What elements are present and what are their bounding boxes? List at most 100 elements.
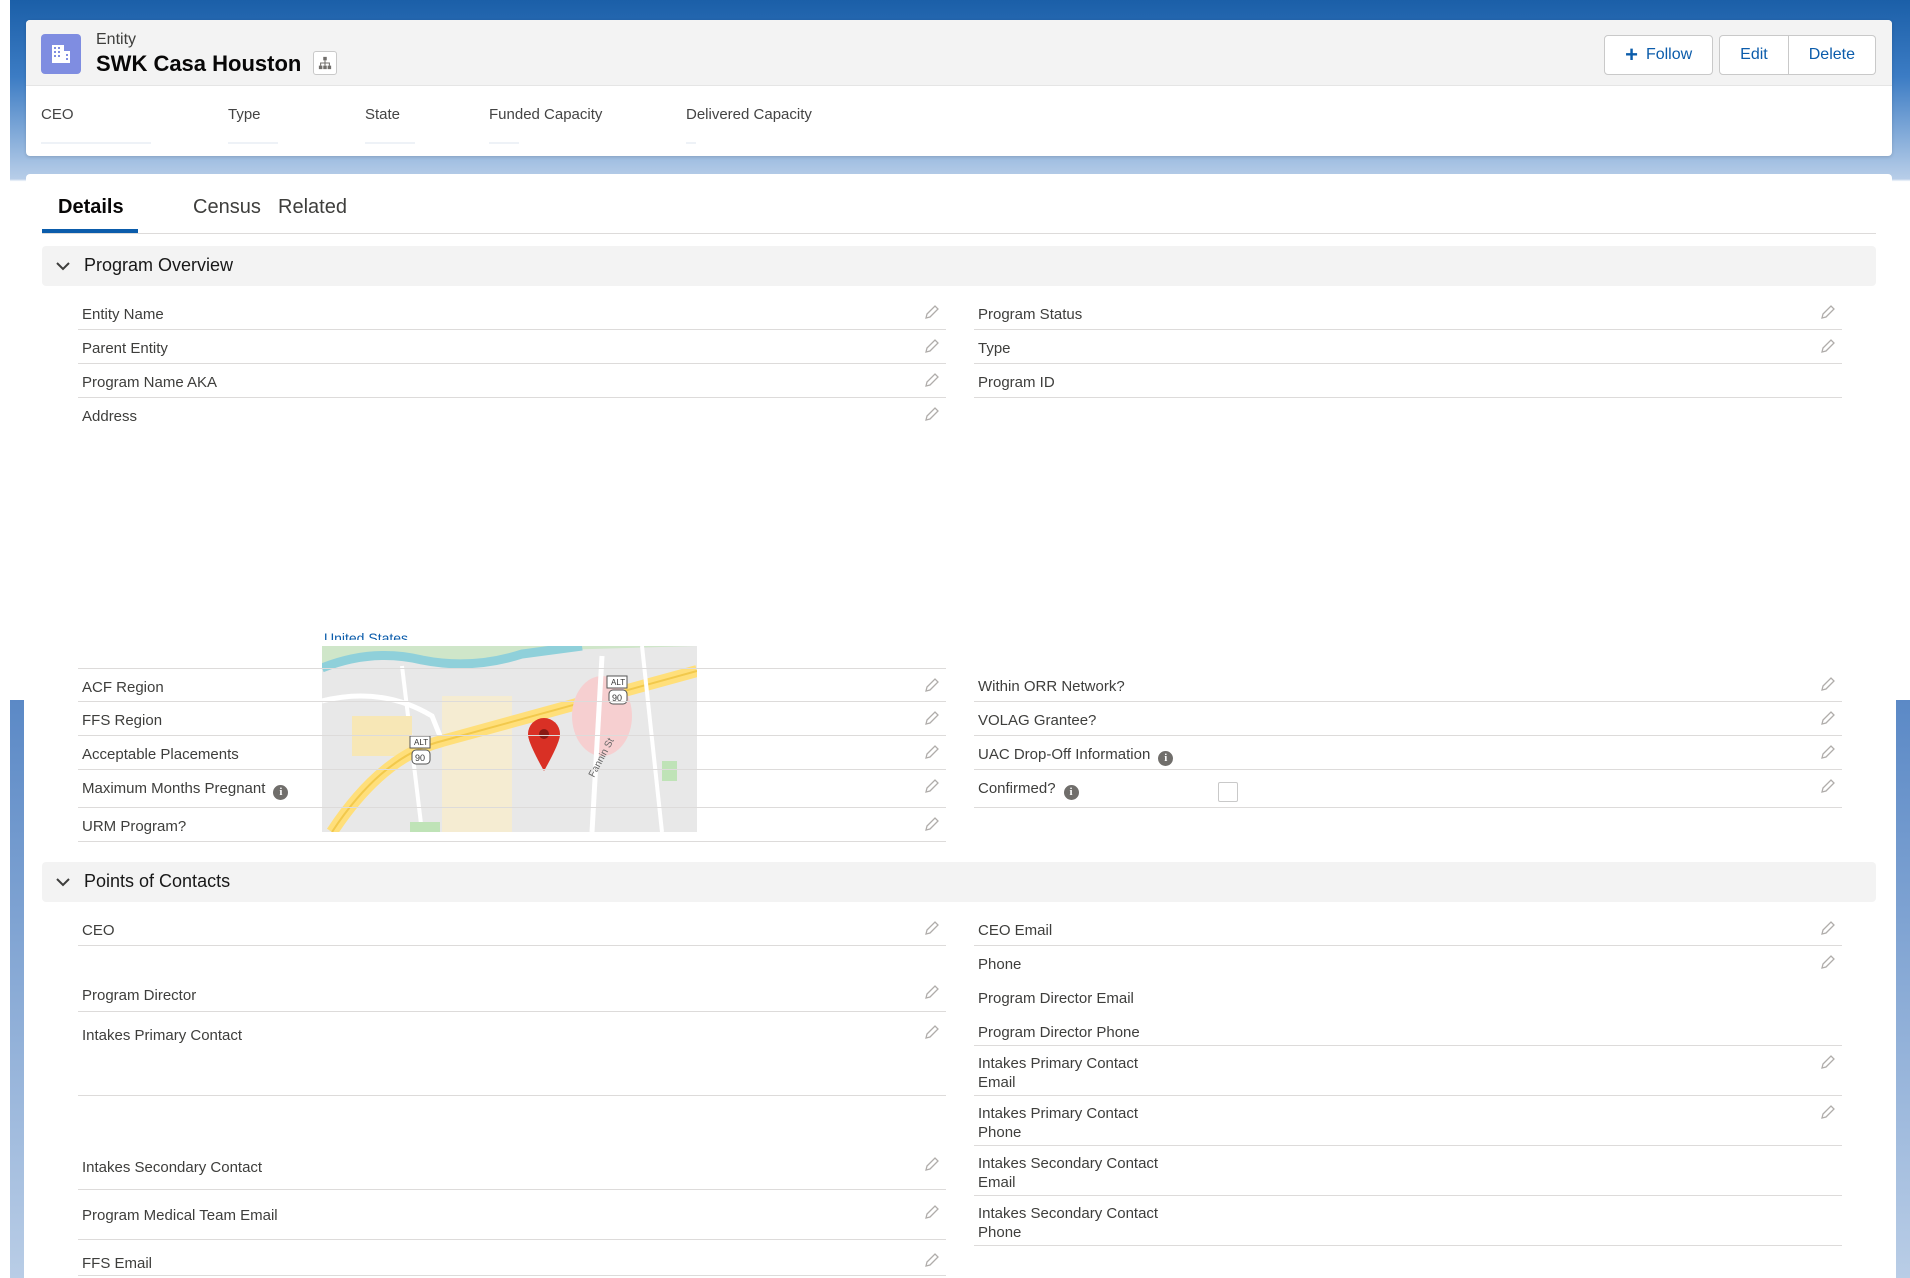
- field-label: Maximum Months Pregnant i: [82, 779, 289, 800]
- field-ceo-email: CEO Email: [974, 912, 1842, 946]
- edit-button[interactable]: Edit: [1719, 35, 1789, 75]
- edit-pencil-icon[interactable]: [924, 1252, 940, 1268]
- field-label: Program Director: [82, 987, 197, 1004]
- field-label: Program Director Phone: [978, 1024, 1140, 1041]
- info-icon[interactable]: i: [1063, 785, 1079, 800]
- tab-related[interactable]: Related: [278, 196, 347, 219]
- section-program-overview[interactable]: Program Overview: [42, 246, 1876, 286]
- edit-pencil-icon[interactable]: [1820, 744, 1836, 760]
- edit-pencil-icon[interactable]: [924, 338, 940, 354]
- field-acceptable-placements: Acceptable Placements: [78, 736, 946, 770]
- highlight-state: State: [365, 106, 401, 123]
- field-label: Within ORR Network?: [978, 678, 1125, 695]
- highlight-value-funded: [489, 142, 519, 144]
- confirmed-checkbox[interactable]: [1218, 782, 1238, 802]
- edit-pencil-icon[interactable]: [1820, 778, 1836, 794]
- field-label: FFS Email: [82, 1255, 153, 1272]
- edit-pencil-icon[interactable]: [924, 406, 940, 422]
- record-detail-card: Details Census Related Program Overview …: [26, 174, 1892, 1278]
- edit-pencil-icon[interactable]: [924, 372, 940, 388]
- map-address-link[interactable]: United States: [324, 630, 408, 640]
- edit-pencil-icon[interactable]: [1820, 1104, 1836, 1120]
- edit-pencil-icon[interactable]: [1820, 920, 1836, 936]
- follow-button[interactable]: + Follow: [1604, 35, 1714, 75]
- tab-census[interactable]: Census: [193, 196, 261, 219]
- field-parent-entity: Parent Entity: [78, 330, 946, 364]
- edit-pencil-icon[interactable]: [924, 1024, 940, 1040]
- tab-bar: Details Census Related: [42, 174, 1876, 234]
- info-icon[interactable]: i: [1158, 751, 1174, 766]
- field-intakes-primary-contact-phone: Intakes Primary Contact Phone: [974, 1096, 1842, 1146]
- highlight-value-ceo: [41, 142, 151, 144]
- highlight-delivered-capacity: Delivered Capacity: [686, 106, 812, 123]
- edit-pencil-icon[interactable]: [924, 1156, 940, 1172]
- tab-details[interactable]: Details: [58, 196, 124, 219]
- field-label: ACF Region: [82, 679, 164, 696]
- field-label-text: Maximum Months Pregnant: [82, 780, 266, 797]
- section-title: Program Overview: [84, 255, 234, 275]
- field-label: Acceptable Placements: [82, 746, 239, 763]
- highlight-value-type: [228, 142, 278, 144]
- field-ceo: CEO: [78, 912, 946, 946]
- field-label: Entity Name: [82, 306, 164, 323]
- field-label: Phone: [978, 956, 1022, 973]
- field-label: Intakes Primary Contact Email: [978, 1055, 1139, 1091]
- edit-pencil-icon[interactable]: [924, 984, 940, 1000]
- chevron-down-icon: [56, 878, 70, 887]
- edit-pencil-icon[interactable]: [924, 710, 940, 726]
- field-label: Intakes Secondary Contact: [82, 1159, 263, 1176]
- field-program-director-email: Program Director Email: [974, 980, 1842, 1014]
- edit-pencil-icon[interactable]: [1820, 304, 1836, 320]
- edit-pencil-icon[interactable]: [924, 920, 940, 936]
- edit-pencil-icon[interactable]: [924, 1204, 940, 1220]
- field-label: Parent Entity: [82, 340, 168, 357]
- record-title: SWK Casa Houston: [96, 51, 302, 76]
- field-label: Type: [978, 340, 1011, 357]
- field-label: Program Status: [978, 306, 1083, 323]
- edit-pencil-icon[interactable]: [1820, 954, 1836, 970]
- edit-pencil-icon[interactable]: [1820, 710, 1836, 726]
- info-icon[interactable]: i: [273, 785, 289, 800]
- field-phone: Phone: [974, 946, 1842, 980]
- edit-pencil-icon[interactable]: [1820, 338, 1836, 354]
- field-label: Intakes Secondary Contact Email: [978, 1155, 1159, 1191]
- highlight-type: Type: [228, 106, 261, 123]
- highlight-ceo: CEO: [41, 106, 74, 123]
- section-points-of-contacts[interactable]: Points of Contacts: [42, 862, 1876, 902]
- edit-pencil-icon[interactable]: [924, 778, 940, 794]
- field-label: FFS Region: [82, 712, 163, 729]
- edit-pencil-icon[interactable]: [924, 304, 940, 320]
- field-entity-name: Entity Name: [78, 296, 946, 330]
- field-label: Address: [82, 408, 138, 425]
- field-program-director: Program Director: [78, 946, 946, 1012]
- page-background-right: [1896, 700, 1910, 1278]
- highlight-funded-capacity: Funded Capacity: [489, 106, 603, 123]
- field-label: Intakes Secondary Contact Phone: [978, 1205, 1159, 1241]
- hierarchy-icon: [318, 56, 332, 70]
- field-program-medical-team-email: Program Medical Team Email: [78, 1190, 946, 1240]
- active-tab-indicator: [42, 229, 138, 233]
- field-label-text: Confirmed?: [978, 780, 1056, 797]
- field-program-id: Program ID: [974, 364, 1842, 398]
- hierarchy-button[interactable]: [313, 51, 337, 75]
- edit-pencil-icon[interactable]: [924, 744, 940, 760]
- field-program-status: Program Status: [974, 296, 1842, 330]
- page-background-left: [10, 700, 24, 1278]
- highlights-panel: CEO Type State Funded Capacity Delivered…: [26, 86, 1892, 156]
- delete-button[interactable]: Delete: [1788, 35, 1876, 75]
- field-address: Address: [78, 398, 946, 432]
- field-label-text: UAC Drop-Off Information: [978, 746, 1151, 763]
- field-intakes-secondary-contact-phone: Intakes Secondary Contact Phone: [974, 1196, 1842, 1246]
- field-label: Program Director Email: [978, 990, 1134, 1007]
- field-uac-drop-off-information: UAC Drop-Off Information i: [974, 736, 1842, 770]
- record-header: Entity SWK Casa Houston + Follow Edit De…: [26, 20, 1892, 156]
- edit-pencil-icon[interactable]: [1820, 676, 1836, 692]
- edit-pencil-icon[interactable]: [924, 677, 940, 693]
- field-intakes-primary-contact: Intakes Primary Contact: [78, 1012, 946, 1096]
- field-intakes-primary-contact-email: Intakes Primary Contact Email: [974, 1046, 1842, 1096]
- edit-pencil-icon[interactable]: [1820, 1054, 1836, 1070]
- edit-pencil-icon[interactable]: [924, 816, 940, 832]
- field-acf-region: ACF Region: [78, 668, 946, 702]
- highlight-value-delivered: [686, 142, 696, 144]
- highlight-value-state: [365, 142, 415, 144]
